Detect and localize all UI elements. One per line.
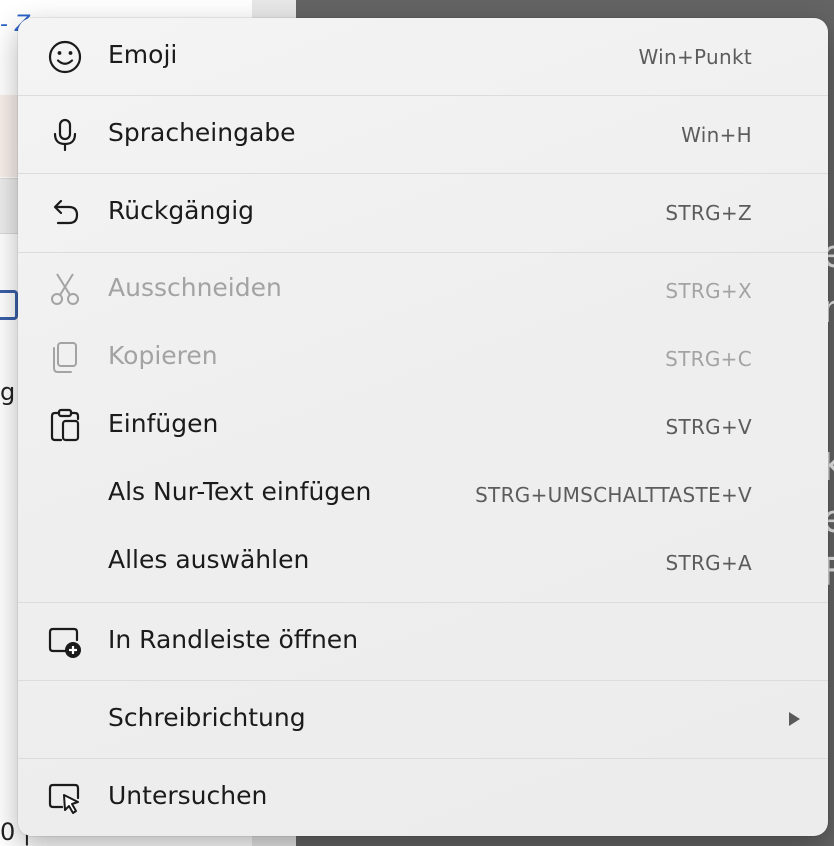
undo-icon (46, 194, 84, 232)
menu-item-shortcut: Win+Punkt (638, 45, 752, 69)
menu-item-inspect[interactable]: Untersuchen (18, 759, 828, 836)
background-icon (0, 290, 18, 320)
menu-item-label: Alles auswählen (108, 545, 310, 574)
sidebar-add-icon (46, 623, 84, 661)
smiley-icon (46, 38, 84, 76)
menu-item-shortcut: Win+H (681, 123, 752, 147)
microphone-icon (46, 116, 84, 154)
menu-item-writing-direction[interactable]: Schreibrichtung (18, 681, 828, 758)
menu-item-label: Rückgängig (108, 196, 255, 225)
menu-item-open-in-sidebar[interactable]: In Randleiste öffnen (18, 603, 828, 680)
menu-item-paste[interactable]: Einfügen STRG+V (18, 389, 828, 457)
menu-item-shortcut: STRG+X (665, 279, 752, 303)
scissors-icon (46, 270, 84, 308)
menu-item-paste-plain-text[interactable]: Als Nur-Text einfügen STRG+UMSCHALTTASTE… (18, 457, 828, 525)
menu-item-label: Kopieren (108, 341, 218, 370)
menu-item-label: Als Nur-Text einfügen (108, 477, 372, 506)
menu-item-shortcut: STRG+C (665, 347, 752, 371)
copy-icon (46, 338, 84, 376)
menu-item-voice-input[interactable]: Spracheingabe Win+H (18, 96, 828, 174)
context-menu: Emoji Win+Punkt Spracheingabe Win+H Rück… (18, 18, 828, 836)
menu-item-cut[interactable]: Ausschneiden STRG+X (18, 253, 828, 321)
menu-item-shortcut: STRG+A (665, 551, 752, 575)
inspect-icon (46, 779, 84, 817)
clipboard-paste-icon (46, 406, 84, 444)
menu-item-select-all[interactable]: Alles auswählen STRG+A (18, 525, 828, 601)
menu-item-shortcut: STRG+UMSCHALTTASTE+V (475, 483, 752, 507)
menu-item-label: In Randleiste öffnen (108, 625, 359, 654)
menu-item-label: Ausschneiden (108, 273, 282, 302)
menu-item-label: Untersuchen (108, 781, 268, 810)
menu-item-copy[interactable]: Kopieren STRG+C (18, 321, 828, 389)
background-text-fragment: g (0, 378, 16, 406)
menu-item-shortcut: STRG+Z (665, 201, 752, 225)
menu-item-label: Schreibrichtung (108, 703, 306, 732)
menu-item-emoji[interactable]: Emoji Win+Punkt (18, 18, 828, 96)
submenu-arrow-icon (789, 712, 800, 726)
menu-item-label: Emoji (108, 40, 178, 69)
menu-item-shortcut: STRG+V (665, 415, 752, 439)
menu-item-undo[interactable]: Rückgängig STRG+Z (18, 174, 828, 252)
menu-item-label: Spracheingabe (108, 118, 296, 147)
menu-item-label: Einfügen (108, 409, 219, 438)
